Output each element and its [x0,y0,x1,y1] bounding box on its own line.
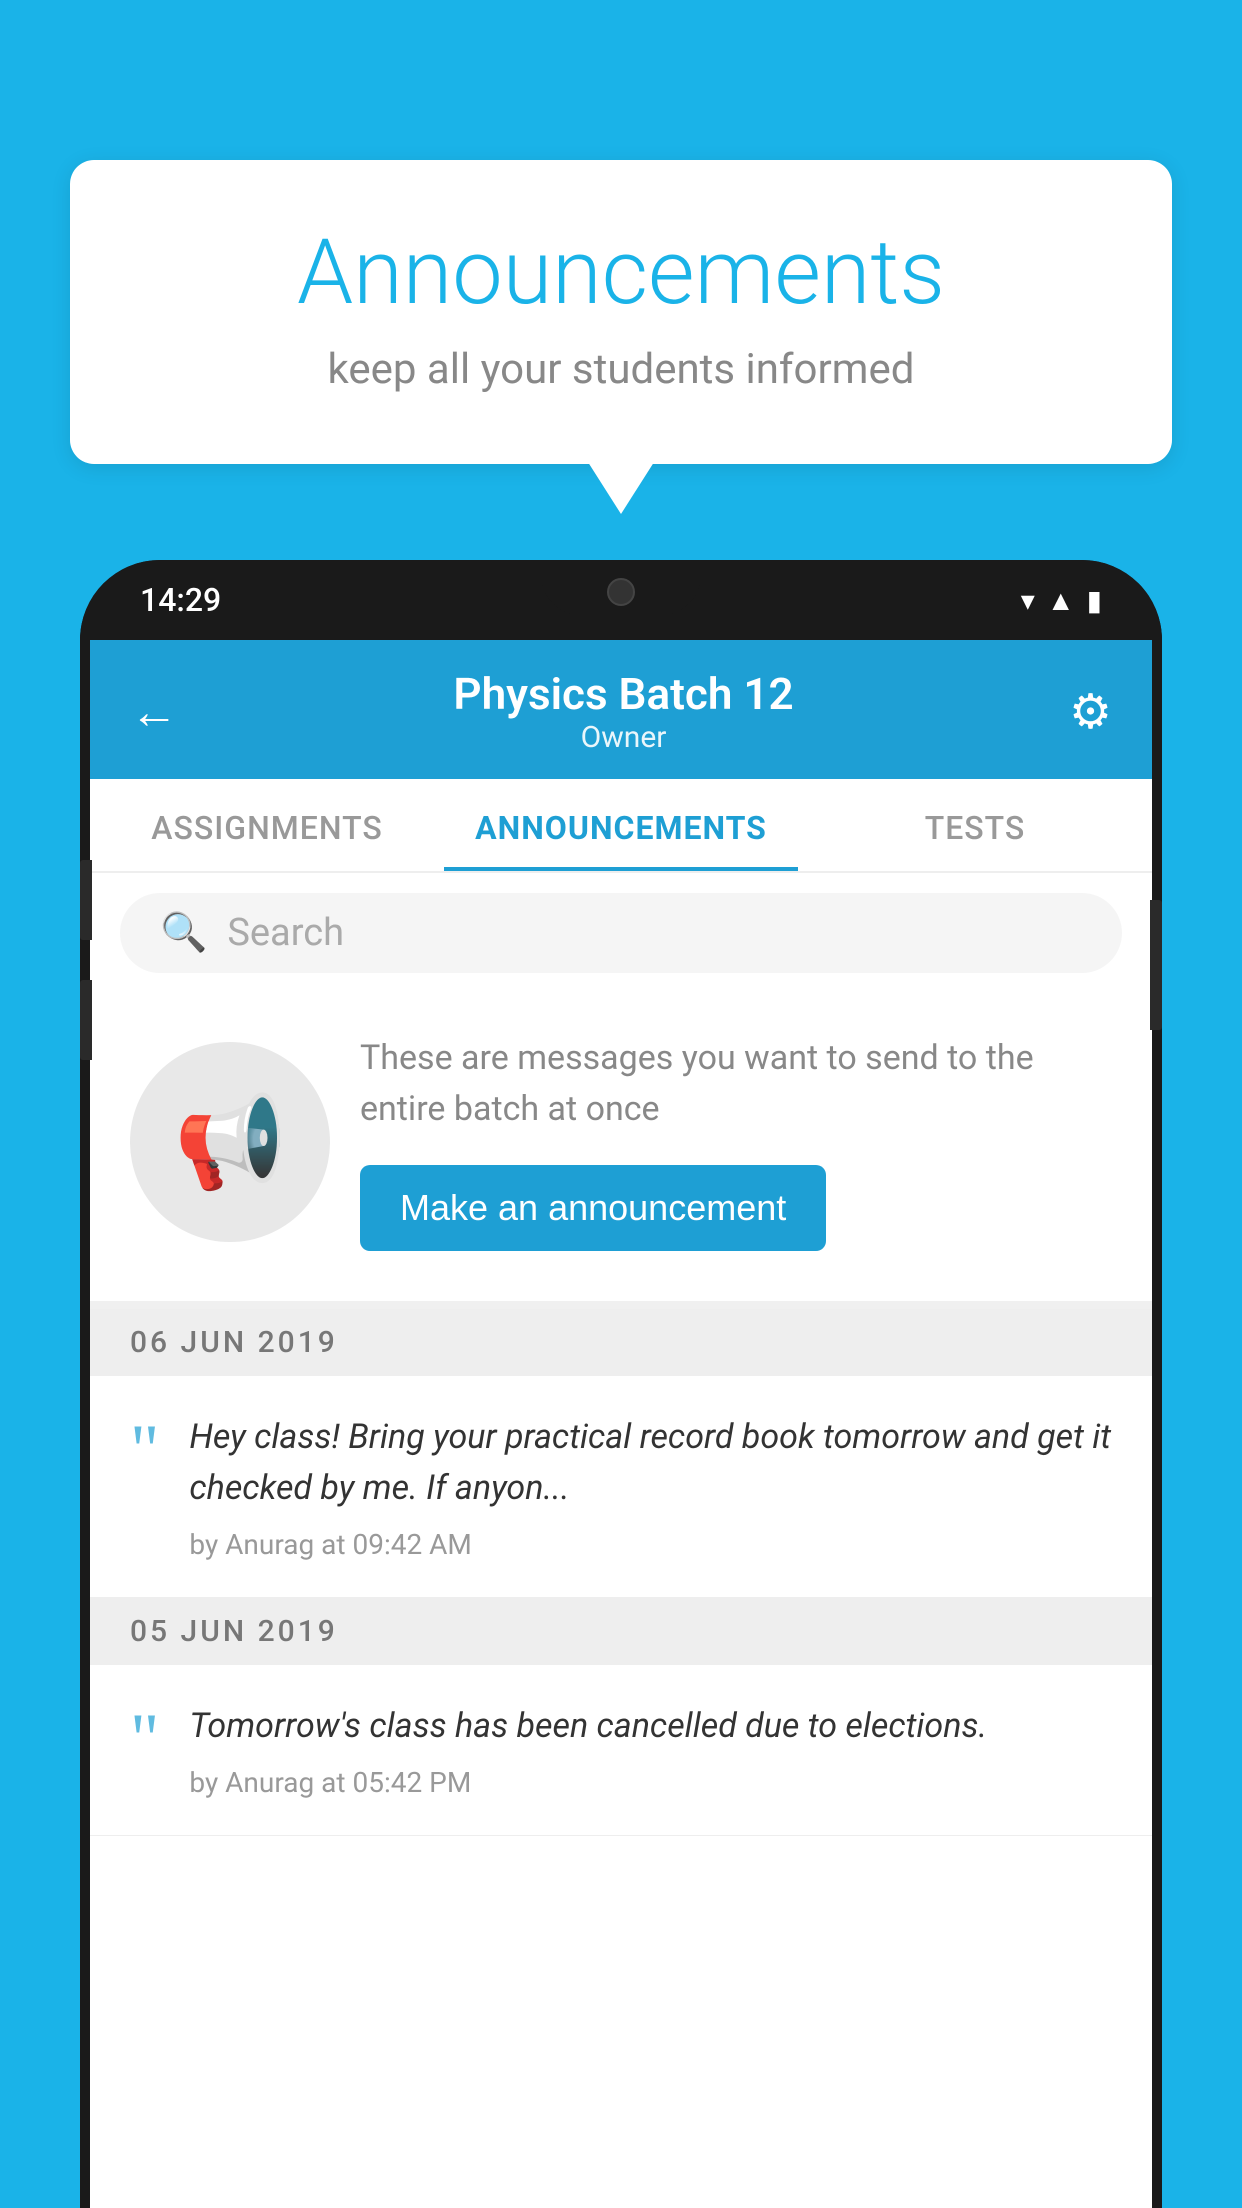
speech-bubble: Announcements keep all your students inf… [70,160,1172,464]
announcement-text-2: Tomorrow's class has been cancelled due … [189,1701,987,1752]
date-header-1: 06 JUN 2019 [90,1309,1152,1376]
camera [607,578,635,606]
status-icons: ▾ ▲ ▮ [1021,584,1102,617]
bubble-subtitle: keep all your students informed [150,345,1092,394]
volume-up-button [80,860,92,940]
announcement-item-1[interactable]: " Hey class! Bring your practical record… [90,1376,1152,1598]
date-text-1: 06 JUN 2019 [130,1325,338,1360]
back-button[interactable]: ← [130,683,178,740]
phone-screen: ← Physics Batch 12 Owner ⚙ ASSIGNMENTS A… [90,640,1152,2208]
search-placeholder: Search [227,911,344,955]
announcement-meta-2: by Anurag at 05:42 PM [189,1766,987,1799]
signal-icon: ▲ [1047,584,1075,617]
quote-icon-1: " [130,1422,159,1480]
notch [541,560,701,615]
date-text-2: 05 JUN 2019 [130,1614,338,1649]
power-button [1150,900,1162,1030]
wifi-icon: ▾ [1021,584,1035,617]
promo-icon-circle: 📢 [130,1042,330,1242]
header-subtitle: Owner [453,720,793,755]
speech-bubble-section: Announcements keep all your students inf… [70,160,1172,464]
promo-content: These are messages you want to send to t… [360,1033,1112,1251]
tab-tests[interactable]: TESTS [798,779,1152,871]
promo-description: These are messages you want to send to t… [360,1033,1112,1135]
volume-down-button [80,980,92,1060]
announcement-text-1: Hey class! Bring your practical record b… [189,1412,1112,1514]
promo-section: 📢 These are messages you want to send to… [90,993,1152,1309]
header-title: Physics Batch 12 [453,668,793,720]
status-time: 14:29 [140,581,221,619]
date-header-2: 05 JUN 2019 [90,1598,1152,1665]
tab-announcements[interactable]: ANNOUNCEMENTS [444,779,798,871]
settings-icon[interactable]: ⚙ [1069,683,1112,740]
announcement-content-2: Tomorrow's class has been cancelled due … [189,1701,987,1799]
quote-icon-2: " [130,1711,159,1769]
make-announcement-button[interactable]: Make an announcement [360,1165,826,1251]
bubble-title: Announcements [150,220,1092,325]
announcement-item-2[interactable]: " Tomorrow's class has been cancelled du… [90,1665,1152,1836]
search-icon: 🔍 [160,911,207,955]
header-title-area: Physics Batch 12 Owner [453,668,793,755]
status-bar: 14:29 ▾ ▲ ▮ [80,560,1162,640]
announcement-content-1: Hey class! Bring your practical record b… [189,1412,1112,1561]
tab-assignments[interactable]: ASSIGNMENTS [90,779,444,871]
announcement-meta-1: by Anurag at 09:42 AM [189,1528,1112,1561]
tabs-bar: ASSIGNMENTS ANNOUNCEMENTS TESTS [90,779,1152,873]
search-bar[interactable]: 🔍 Search [120,893,1122,973]
app-header: ← Physics Batch 12 Owner ⚙ [90,640,1152,779]
search-container: 🔍 Search [90,873,1152,993]
battery-icon: ▮ [1087,584,1102,617]
megaphone-icon: 📢 [174,1090,286,1195]
phone-frame: 14:29 ▾ ▲ ▮ ← Physics Batch 12 Owner ⚙ A… [80,560,1162,2208]
